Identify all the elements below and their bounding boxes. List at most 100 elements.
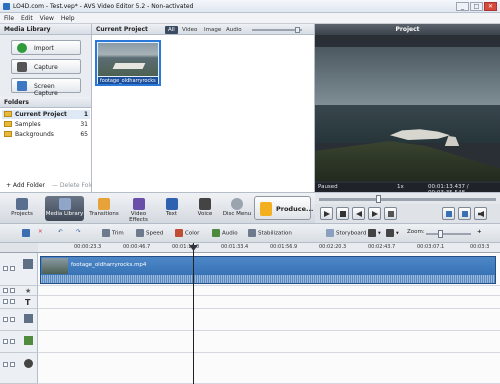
- zoom-in-icon[interactable]: +: [477, 229, 482, 239]
- fit-button[interactable]: ▾: [386, 229, 399, 239]
- storyboard-icon: [326, 229, 334, 237]
- thumbnail-size-knob[interactable]: [295, 27, 300, 33]
- folder-samples[interactable]: Samples 31: [2, 120, 90, 129]
- ruler-tick-label: 00:02:43.7: [368, 244, 396, 250]
- view-mode-button[interactable]: ▾: [368, 229, 381, 239]
- voice-button[interactable]: Voice: [194, 196, 216, 221]
- eye-icon[interactable]: [3, 362, 8, 367]
- zoom-slider[interactable]: [426, 233, 471, 235]
- thumbnail-image: [98, 43, 158, 76]
- timeline-ruler[interactable]: 00:00:23.3 00:00:46.7 00:01:10.0 00:01:3…: [38, 243, 500, 253]
- undo-icon[interactable]: ↶: [58, 229, 63, 239]
- playback-state: Paused: [318, 184, 338, 190]
- transitions-button[interactable]: Transitions: [88, 196, 120, 221]
- ruler-tick-label: 00:00:46.7: [123, 244, 151, 250]
- view-mode-icon: [368, 229, 376, 237]
- volume-button[interactable]: [474, 207, 487, 220]
- menu-bar: File Edit View Help: [0, 13, 500, 24]
- lock-icon[interactable]: [10, 299, 15, 304]
- text-track-header: T: [0, 296, 38, 309]
- film-track-icon: [23, 259, 33, 269]
- projects-button[interactable]: Projects: [5, 196, 39, 221]
- video-effects-button[interactable]: Video Effects: [121, 196, 156, 223]
- disc-menu-button[interactable]: Disc Menu: [222, 196, 252, 221]
- lock-icon[interactable]: [10, 288, 15, 293]
- overlay-track-lane[interactable]: [38, 309, 500, 331]
- capture-button[interactable]: Capture: [11, 59, 81, 74]
- text-button[interactable]: Text: [158, 196, 185, 221]
- produce-button[interactable]: Produce...: [254, 196, 313, 220]
- timeline-clip[interactable]: footage_oldharryrocks.mp4: [40, 256, 496, 284]
- audio-button[interactable]: Audio: [212, 229, 238, 239]
- menu-view[interactable]: View: [36, 13, 57, 22]
- playback-slider[interactable]: [315, 192, 500, 204]
- delete-icon[interactable]: ✕: [38, 229, 43, 239]
- overlay-track-header: [0, 309, 38, 331]
- color-button[interactable]: Color: [175, 229, 199, 239]
- ruler-tick-label: 00:01:56.9: [270, 244, 298, 250]
- media-library-panel: Media Library Import Capture Screen Capt…: [0, 24, 92, 97]
- trim-button[interactable]: Trim: [102, 229, 124, 239]
- lock-icon[interactable]: [10, 266, 15, 271]
- ruler-tick-label: 00:03:07.1: [417, 244, 445, 250]
- previous-frame-button[interactable]: [352, 207, 365, 220]
- stop-button[interactable]: [336, 207, 349, 220]
- lock-icon[interactable]: [10, 362, 15, 367]
- eye-icon[interactable]: [3, 339, 8, 344]
- clip-thumbnail: [42, 258, 68, 274]
- media-thumbnail[interactable]: footage_oldharryrocks: [95, 40, 161, 86]
- voice-label: Voice: [197, 211, 213, 217]
- audio-track-lane[interactable]: [38, 331, 500, 353]
- eye-icon[interactable]: [3, 266, 8, 271]
- voice-track-lane[interactable]: [38, 353, 500, 384]
- playback-track: [319, 198, 496, 201]
- video-effects-label: Video Effects: [129, 211, 148, 223]
- import-button[interactable]: Import: [11, 40, 81, 55]
- folder-count: 65: [80, 131, 88, 138]
- media-library-button[interactable]: Media Library: [45, 196, 84, 221]
- redo-icon[interactable]: ↷: [76, 229, 81, 239]
- close-button[interactable]: ✕: [484, 2, 497, 11]
- add-folder-button[interactable]: + Add Folder: [6, 182, 45, 191]
- eye-icon[interactable]: [3, 299, 8, 304]
- tab-all[interactable]: All: [165, 26, 178, 34]
- folder-name: Current Project: [15, 111, 67, 118]
- lock-icon[interactable]: [10, 339, 15, 344]
- effect-track-lane[interactable]: [38, 286, 500, 296]
- play-button[interactable]: [320, 207, 333, 220]
- minimize-button[interactable]: _: [456, 2, 469, 11]
- text-track-lane[interactable]: [38, 296, 500, 309]
- camera-button[interactable]: [458, 207, 471, 220]
- maximize-button[interactable]: □: [470, 2, 483, 11]
- menu-help[interactable]: Help: [57, 13, 78, 22]
- menu-edit[interactable]: Edit: [17, 13, 36, 22]
- eye-icon[interactable]: [3, 317, 8, 322]
- next-frame-button[interactable]: [368, 207, 381, 220]
- menu-file[interactable]: File: [0, 13, 17, 22]
- trim-label: Trim: [112, 230, 124, 237]
- folder-current-project[interactable]: Current Project 1: [2, 110, 90, 119]
- tab-audio[interactable]: Audio: [223, 26, 245, 34]
- media-library-icon: [58, 198, 71, 210]
- arrow-icon[interactable]: [22, 229, 32, 239]
- folder-backgrounds[interactable]: Backgrounds 65: [2, 130, 90, 139]
- video-preview[interactable]: [315, 35, 500, 207]
- tab-image[interactable]: Image: [201, 26, 224, 34]
- fullscreen-button[interactable]: [442, 207, 455, 220]
- snapshot-button[interactable]: [384, 207, 397, 220]
- storyboard-button[interactable]: Storyboard: [326, 229, 366, 239]
- speed-button[interactable]: Speed: [136, 229, 163, 239]
- playback-knob[interactable]: [376, 195, 381, 203]
- eye-icon[interactable]: [3, 288, 8, 293]
- lock-icon[interactable]: [10, 317, 15, 322]
- timeline-cursor[interactable]: [193, 243, 194, 384]
- capture-label: Capture: [34, 64, 58, 71]
- stabilization-button[interactable]: Stabilization: [248, 229, 292, 239]
- color-icon: [175, 229, 183, 237]
- folders-panel: Folders Current Project 1 Samples 31 Bac…: [0, 97, 92, 192]
- zoom-knob[interactable]: [438, 230, 443, 238]
- folder-icon: [4, 111, 12, 117]
- fit-icon: [386, 229, 394, 237]
- screen-capture-button[interactable]: Screen Capture: [11, 78, 81, 97]
- tab-video[interactable]: Video: [179, 26, 200, 34]
